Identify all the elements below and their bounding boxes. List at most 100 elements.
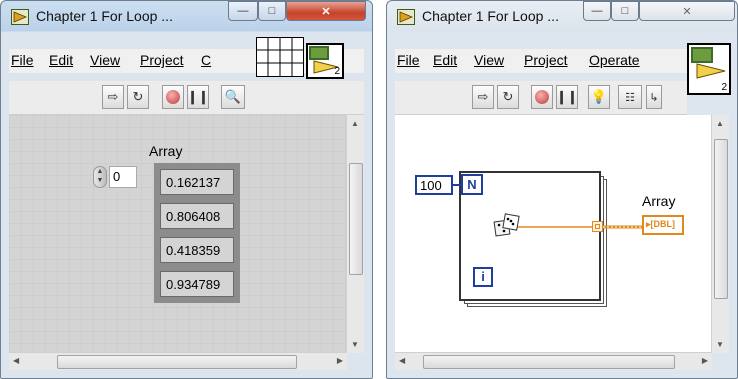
loop-count-constant[interactable]: 100 (415, 175, 453, 195)
minimize-icon: — (237, 5, 249, 17)
toolbar: ⇨ ↻ ❙❙ 🔍 (9, 81, 364, 115)
menu-edit[interactable]: Edit (433, 52, 457, 68)
scroll-left-icon[interactable]: ◀ (13, 356, 19, 365)
run-continuously-icon: ↻ (132, 89, 144, 104)
scroll-up-icon[interactable]: ▲ (351, 119, 359, 128)
title-bar[interactable]: Chapter 1 For Loop ... — □ ✕ (1, 1, 372, 31)
abort-button[interactable] (162, 85, 184, 109)
maximize-button[interactable]: □ (611, 1, 639, 21)
menu-operate[interactable]: Operate (589, 52, 640, 68)
labview-app-icon (397, 9, 415, 25)
minimize-icon: — (591, 5, 603, 17)
labview-app-icon (11, 9, 29, 25)
close-icon: ✕ (321, 5, 331, 18)
title-bar[interactable]: Chapter 1 For Loop ... — □ ✕ (387, 1, 737, 31)
scroll-left-icon[interactable]: ◀ (399, 356, 405, 365)
horizontal-scrollbar[interactable]: ◀ ▶ (395, 352, 712, 370)
menu-project[interactable]: Project (524, 52, 568, 68)
menu-project[interactable]: Project (140, 52, 184, 68)
block-diagram-window: Chapter 1 For Loop ... — □ ✕ File Edit V… (386, 0, 738, 379)
maximize-icon: □ (621, 5, 629, 17)
pause-icon: ❙❙ (187, 89, 209, 104)
array-indicator-terminal[interactable]: ▸[DBL] (642, 215, 684, 235)
vi-icon[interactable]: 2 (687, 43, 731, 95)
stop-icon (535, 90, 549, 104)
abort-button[interactable] (531, 85, 553, 109)
vertical-scrollbar[interactable]: ▲ ▼ (711, 115, 729, 353)
run-arrow-icon: ⇨ (107, 89, 119, 104)
scroll-thumb[interactable] (349, 163, 363, 275)
retain-wire-values-button[interactable]: ☷ (618, 85, 642, 109)
scroll-right-icon[interactable]: ▶ (337, 356, 343, 365)
run-continuously-icon: ↻ (502, 89, 514, 104)
pause-icon: ❙❙ (556, 89, 578, 104)
scroll-right-icon[interactable]: ▶ (702, 356, 708, 365)
front-panel-window: Chapter 1 For Loop ... — □ ✕ File Edit V… (0, 0, 373, 379)
count-terminal[interactable]: N (461, 174, 483, 195)
horizontal-scrollbar[interactable]: ◀ ▶ (9, 352, 347, 370)
vi-graphic-icon (691, 47, 726, 79)
pause-button[interactable]: ❙❙ (556, 85, 578, 109)
maximize-icon: □ (268, 5, 276, 17)
close-button[interactable]: ✕ (639, 1, 735, 21)
step-into-icon: ↳ (649, 91, 659, 104)
array-label: Array (149, 143, 183, 159)
menu-file[interactable]: File (11, 52, 34, 68)
panel-background: Array ▲ ▼ 0 0.162137 0.806408 0.418359 0.… (9, 115, 347, 353)
run-button[interactable]: ⇨ (102, 85, 124, 109)
vertical-scrollbar[interactable]: ▲ ▼ (346, 115, 364, 353)
menu-view[interactable]: View (474, 52, 504, 68)
close-icon: ✕ (682, 5, 692, 18)
menu-bar: File Edit View Project Operate (395, 49, 729, 73)
maximize-button[interactable]: □ (258, 1, 286, 21)
magnifier-icon: 🔍 (224, 89, 242, 104)
minimize-button[interactable]: — (583, 1, 611, 21)
scroll-thumb[interactable] (714, 139, 728, 299)
highlight-execution-button[interactable]: 💡 (588, 85, 610, 109)
menu-view[interactable]: View (90, 52, 120, 68)
close-button[interactable]: ✕ (286, 1, 366, 21)
dbl-type-label: ▸[ (646, 219, 654, 229)
array-label: Array (642, 193, 676, 209)
lightbulb-icon: 💡 (590, 89, 608, 104)
step-into-button[interactable]: ↳ (646, 85, 662, 109)
array-element: 0.418359 (160, 237, 234, 263)
scroll-down-icon[interactable]: ▼ (351, 340, 359, 349)
window-title: Chapter 1 For Loop ... (36, 8, 173, 24)
window-title: Chapter 1 For Loop ... (422, 8, 559, 24)
probe-icon: ☷ (625, 91, 635, 104)
pause-button[interactable]: ❙❙ (187, 85, 209, 109)
block-diagram-area: 100 N i Array ▸[DBL] ▲ ▼ ◀ ▶ (395, 115, 729, 370)
front-panel-area: Array ▲ ▼ 0 0.162137 0.806408 0.418359 0.… (9, 115, 364, 370)
menu-edit[interactable]: Edit (49, 52, 73, 68)
menu-operate[interactable]: C (201, 52, 211, 68)
index-value[interactable]: 0 (109, 166, 137, 188)
wires (453, 184, 642, 229)
diagram-background: 100 N i Array ▸[DBL] (395, 115, 712, 353)
scroll-thumb[interactable] (423, 355, 675, 369)
minimize-button[interactable]: — (228, 1, 258, 21)
scroll-down-icon[interactable]: ▼ (716, 340, 724, 349)
index-increment-decrement[interactable]: ▲ ▼ (93, 166, 107, 188)
connector-number: 2 (721, 82, 727, 93)
menu-file[interactable]: File (397, 52, 420, 68)
vi-icon[interactable]: 2 (306, 43, 344, 79)
iteration-terminal[interactable]: i (473, 267, 493, 287)
array-element: 0.806408 (160, 203, 234, 229)
scroll-up-icon[interactable]: ▲ (716, 119, 724, 128)
zoom-button[interactable]: 🔍 (221, 85, 245, 109)
scroll-thumb[interactable] (57, 355, 297, 369)
array-indicator: 0.162137 0.806408 0.418359 0.934789 (154, 163, 240, 303)
auto-index-tunnel[interactable] (592, 221, 603, 232)
array-element: 0.934789 (160, 271, 234, 297)
run-continuously-button[interactable]: ↻ (497, 85, 519, 109)
connector-number: 2 (334, 66, 340, 77)
run-button[interactable]: ⇨ (472, 85, 494, 109)
toolbar: ⇨ ↻ ❙❙ 💡 ☷ ↳ (395, 81, 687, 115)
run-continuously-button[interactable]: ↻ (127, 85, 149, 109)
connector-pane-icon[interactable] (256, 37, 304, 77)
array-index-control[interactable]: ▲ ▼ 0 (93, 166, 137, 188)
stop-icon (166, 90, 180, 104)
run-arrow-icon: ⇨ (477, 89, 489, 104)
random-number-icon[interactable] (493, 211, 521, 241)
